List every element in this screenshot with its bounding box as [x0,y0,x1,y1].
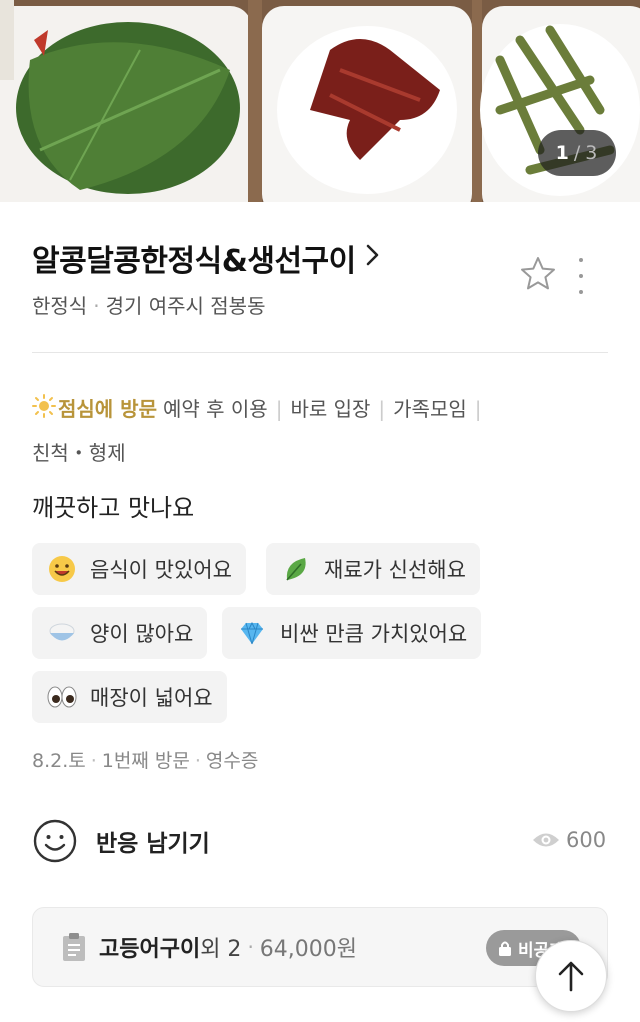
photo-total-count: 3 [585,142,599,164]
leave-reaction-label: 반응 남기기 [96,831,210,857]
keyword-label: 매장이 넓어요 [90,686,213,710]
more-options-icon[interactable] [570,258,592,294]
order-price: 64,000원 [259,937,358,962]
order-info-card[interactable]: 고등어구이 외 2 · 64,000원 비공개 [32,907,608,987]
keyword-chip: 매장이 넓어요 [32,671,227,723]
photo-counter: 1 / 3 [538,130,616,176]
smiley-emoji-icon [46,553,78,585]
sun-icon [32,390,58,432]
leave-reaction-button[interactable]: 반응 남기기 [32,818,210,864]
restaurant-name: 알콩달콩한정식&생선구이 [32,244,356,279]
leaf-emoji-icon [280,553,312,585]
restaurant-subtitle: 한정식 · 경기 여주시 점봉동 [32,294,266,318]
photo-counter-separator: / [573,142,582,164]
visit-count: 1번째 방문 [101,750,190,772]
star-icon[interactable] [518,254,558,294]
rice-bowl-emoji-icon [46,617,78,649]
visit-tag: 가족모임 [393,397,467,421]
keyword-chip: 비싼 만큼 가치있어요 [222,607,482,659]
keyword-label: 양이 많아요 [90,622,194,646]
visit-tag: 친척・형제 [32,440,126,465]
keyword-chip: 재료가 신선해요 [266,543,480,595]
eye-icon [532,830,560,850]
visit-tag: 바로 입장 [290,397,371,421]
restaurant-location: 경기 여주시 점봉동 [105,294,266,318]
view-count-value: 600 [566,828,607,852]
visit-date: 8.2.토 [32,750,86,772]
keyword-label: 음식이 맛있어요 [90,558,232,582]
visit-info: 점심에 방문 예약 후 이용 | 바로 입장 | 가족모임 | 친척・형제 [32,388,612,474]
proof-type: 영수증 [205,750,259,772]
order-extra: 외 2 [200,937,242,962]
review-meta: 8.2.토 · 1번째 방문 · 영수증 [32,750,259,772]
keyword-chip: 양이 많아요 [32,607,208,659]
scroll-to-top-button[interactable] [535,940,607,1012]
arrow-up-icon [558,961,584,992]
visit-tag: 예약 후 이용 [162,397,268,421]
clipboard-icon [61,932,87,962]
smiley-face-icon [32,818,78,864]
review-text: 깨끗하고 맛나요 [32,494,195,522]
restaurant-title-link[interactable]: 알콩달콩한정식&생선구이 [32,236,380,280]
keyword-label: 비싼 만큼 가치있어요 [280,622,468,646]
order-item: 고등어구이 [99,937,201,962]
lock-icon [498,940,512,956]
visit-time: 점심에 방문 [58,397,157,421]
keyword-chip: 음식이 맛있어요 [32,543,246,595]
restaurant-category: 한정식 [32,294,88,318]
eyes-emoji-icon [46,681,78,713]
review-photo-carousel[interactable]: 1 / 3 [0,0,640,202]
chevron-right-icon [366,243,380,273]
keyword-label: 재료가 신선해요 [324,558,466,582]
view-count: 600 [532,828,606,852]
gem-emoji-icon [236,617,268,649]
photo-current-index: 1 [555,142,570,164]
food-photo [0,0,640,202]
section-divider [32,352,608,353]
